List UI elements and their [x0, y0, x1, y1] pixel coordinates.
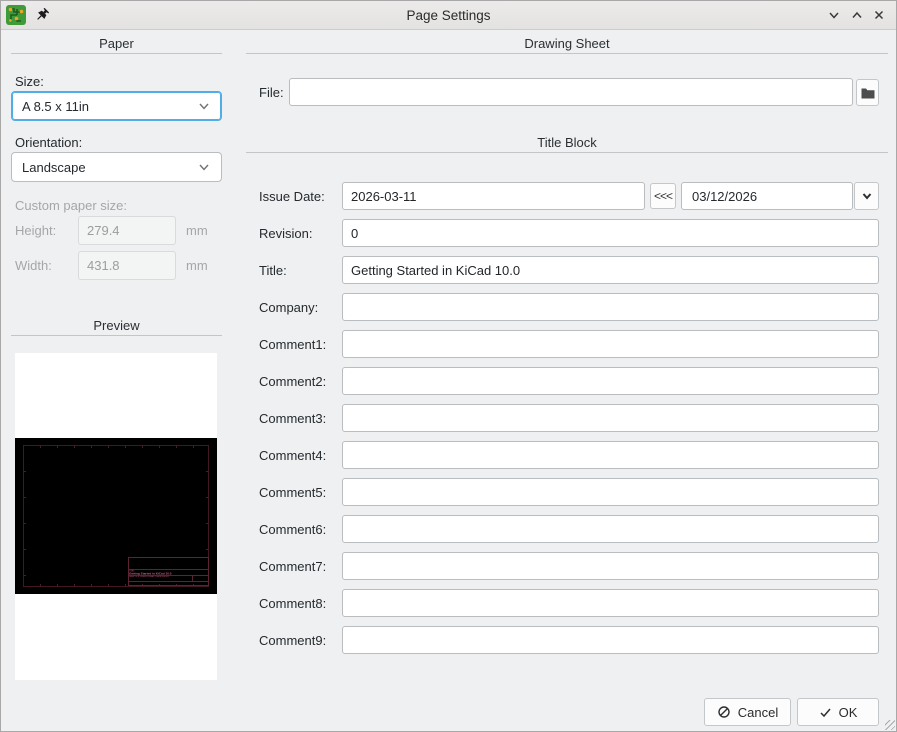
comment4-label: Comment4: [259, 448, 326, 463]
title-block-section-divider [246, 152, 888, 153]
width-unit: mm [186, 258, 208, 273]
comment3-label: Comment3: [259, 411, 326, 426]
date-picker[interactable]: 03/12/2026 [681, 182, 853, 210]
revision-label: Revision: [259, 226, 312, 241]
file-input[interactable] [289, 78, 853, 106]
window-close-button[interactable] [871, 7, 887, 23]
pin-icon[interactable] [34, 7, 50, 23]
paper-section-title: Paper [11, 36, 222, 51]
orientation-select[interactable]: Landscape [11, 152, 222, 182]
file-label: File: [259, 85, 284, 100]
page-preview: Title: Getting Started in KiCad 10.0 Siz… [15, 353, 217, 680]
comment6-input[interactable] [342, 515, 879, 543]
preview-tb-rev-box [192, 575, 208, 582]
comment2-label: Comment2: [259, 374, 326, 389]
cancel-button-label: Cancel [738, 705, 778, 720]
comment7-input[interactable] [342, 552, 879, 580]
drawing-sheet-section-title: Drawing Sheet [246, 36, 888, 51]
date-picker-value: 03/12/2026 [692, 189, 757, 204]
resize-grip[interactable] [885, 720, 895, 730]
preview-title-block: Title: Getting Started in KiCad 10.0 Siz… [128, 557, 209, 586]
paper-size-value: A 8.5 x 11in [22, 99, 89, 114]
chevron-down-icon [197, 99, 211, 113]
comment4-input[interactable] [342, 441, 879, 469]
issue-date-input[interactable] [342, 182, 645, 210]
window-shade-button[interactable] [826, 7, 842, 23]
custom-paper-size-label: Custom paper size: [15, 198, 127, 213]
company-input[interactable] [342, 293, 879, 321]
title-label: Title: [259, 263, 287, 278]
chevron-down-icon [197, 160, 211, 174]
comment1-input[interactable] [342, 330, 879, 358]
check-icon [819, 706, 832, 719]
width-input[interactable] [78, 251, 176, 280]
comment9-input[interactable] [342, 626, 879, 654]
size-label: Size: [15, 74, 44, 89]
height-label: Height: [15, 223, 56, 238]
comment3-input[interactable] [342, 404, 879, 432]
comment5-label: Comment5: [259, 485, 326, 500]
title-block-section-title: Title Block [246, 135, 888, 150]
height-unit: mm [186, 223, 208, 238]
orientation-label: Orientation: [15, 135, 82, 150]
orientation-value: Landscape [22, 160, 86, 175]
comment8-label: Comment8: [259, 596, 326, 611]
comment6-label: Comment6: [259, 522, 326, 537]
height-input[interactable] [78, 216, 176, 245]
window-maximize-button[interactable] [849, 7, 865, 23]
comment5-input[interactable] [342, 478, 879, 506]
cancel-button[interactable]: Cancel [704, 698, 791, 726]
paper-section-divider [11, 53, 222, 54]
page-settings-dialog: Page Settings Paper Size: A 8.5 x 11in O… [0, 0, 897, 732]
revision-input[interactable] [342, 219, 879, 247]
kicad-app-icon [6, 5, 26, 25]
chevron-down-icon [860, 189, 874, 203]
folder-icon [861, 87, 875, 99]
preview-section-title: Preview [11, 318, 222, 333]
drawing-sheet-section-divider [246, 53, 888, 54]
copy-date-button[interactable]: <<< [650, 183, 676, 209]
titlebar[interactable]: Page Settings [1, 1, 896, 30]
issue-date-label: Issue Date: [259, 189, 325, 204]
width-label: Width: [15, 258, 52, 273]
paper-size-select[interactable]: A 8.5 x 11in [11, 91, 222, 121]
comment9-label: Comment9: [259, 633, 326, 648]
comment7-label: Comment7: [259, 559, 326, 574]
comment8-input[interactable] [342, 589, 879, 617]
comment1-label: Comment1: [259, 337, 326, 352]
ok-button[interactable]: OK [797, 698, 879, 726]
date-picker-dropdown-button[interactable] [854, 182, 879, 210]
page-preview-sheet: Title: Getting Started in KiCad 10.0 Siz… [15, 438, 217, 594]
company-label: Company: [259, 300, 318, 315]
comment2-input[interactable] [342, 367, 879, 395]
preview-section-divider [11, 335, 222, 336]
title-input[interactable] [342, 256, 879, 284]
browse-file-button[interactable] [856, 79, 879, 106]
cancel-icon [717, 705, 731, 719]
window-title: Page Settings [1, 8, 896, 23]
ok-button-label: OK [839, 705, 858, 720]
